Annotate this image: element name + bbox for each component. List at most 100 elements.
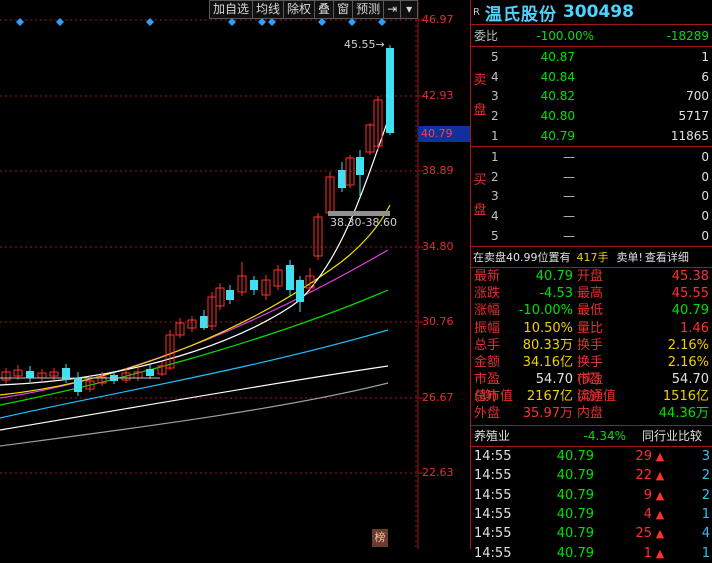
stock-name[interactable]: 温氏股份: [485, 0, 557, 25]
order-row: 2—0: [491, 169, 709, 184]
quote-value: 45.38: [671, 268, 709, 284]
tick-time: 14:55: [474, 526, 512, 542]
candle-body: [74, 378, 82, 392]
tick-row: 14:55 40.79 22 ▲ 2: [471, 466, 712, 485]
forecast-button[interactable]: 预测: [352, 0, 385, 19]
add-watchlist-button[interactable]: 加自选: [209, 0, 254, 19]
tick-row: 14:55 40.79 9 ▲ 2: [471, 485, 712, 504]
event-marker-icon: [318, 18, 326, 26]
industry-name[interactable]: 养殖业: [471, 427, 544, 444]
ex-rights-button[interactable]: 除权: [283, 0, 316, 19]
candle-body: [296, 280, 304, 302]
buy-side-label: 买盘: [473, 173, 487, 219]
order-row: 4 40.84 6: [491, 69, 709, 84]
chevron-down-icon[interactable]: ▾: [400, 0, 419, 19]
y-tick-label: 42.93: [422, 89, 454, 102]
kline-chart[interactable]: 加自选 均线 除权 叠 窗 预测 ⇥ ▾ 46.97 42.93 38.89 3…: [0, 0, 470, 549]
buy-book: 买盘 1—0 2—0 3—0 4—0 5—0: [471, 147, 712, 246]
tick-time: 14:55: [474, 468, 512, 484]
tick-count: 2: [701, 487, 710, 503]
event-marker-icon: [146, 18, 154, 26]
quote-value: 10.50%: [523, 320, 573, 336]
up-arrow-icon: ▲: [655, 469, 665, 483]
weibi-pct: -100.00%: [536, 28, 594, 43]
order-row: 5 40.87 1: [491, 49, 709, 64]
industry-compare-link[interactable]: 同行业比较: [626, 427, 712, 444]
overlay-button[interactable]: 叠: [314, 0, 335, 19]
r-mark: R: [473, 6, 480, 18]
position-qty: 417手: [576, 250, 609, 264]
quote-label: 最高: [577, 286, 604, 302]
event-marker-icon: [56, 18, 64, 26]
tick-time: 14:55: [474, 507, 512, 523]
ma-line: [0, 289, 389, 406]
tick-row: 14:55 40.79 1 ▲ 1: [471, 544, 712, 563]
quote-label: 涨跌: [474, 286, 501, 302]
quote-value: -10.00%: [518, 303, 573, 319]
sell-book: 卖盘 5 40.87 1 4 40.84 6 3 40.82 700 2 40.80 5717 …: [471, 47, 712, 146]
position-sell: 卖单!: [616, 250, 643, 264]
weibi-row: 委比 -100.00% -18289: [471, 25, 712, 46]
event-marker-icon: [348, 18, 356, 26]
tick-count: 1: [701, 545, 710, 561]
tick-volume: 4: [643, 507, 652, 523]
tick-time: 14:55: [474, 448, 512, 464]
order-row: 2 40.80 5717: [491, 109, 709, 124]
candle-body: [26, 371, 34, 378]
window-button[interactable]: 窗: [333, 0, 354, 19]
tick-count: 2: [701, 468, 710, 484]
tick-time: 14:55: [474, 545, 512, 561]
ma-button[interactable]: 均线: [252, 0, 285, 19]
quote-label: 最低: [577, 303, 604, 319]
event-marker-icon: [16, 18, 24, 26]
tick-price: 40.79: [556, 545, 594, 561]
stock-code[interactable]: 300498: [563, 2, 634, 22]
quote-label: 市盈(静): [474, 372, 501, 405]
quote-value: 54.70: [671, 372, 709, 388]
tick-volume: 9: [643, 487, 652, 503]
quote-label: 市盈(动): [577, 372, 604, 405]
quote-label: 涨幅: [474, 303, 501, 319]
position-text: 在卖盘40.99位置有: [473, 250, 571, 264]
current-price-marker: 40.79: [418, 126, 470, 142]
order-row: 3 40.82 700: [491, 89, 709, 104]
quote-label: 金额: [474, 354, 501, 370]
y-tick-label: 22.63: [422, 466, 454, 479]
tick-row: 14:55 40.79 4 ▲ 1: [471, 505, 712, 524]
view-detail-link[interactable]: 查看详细: [645, 249, 689, 265]
quote-value: 2.16%: [667, 337, 709, 353]
quote-value: 44.36万: [658, 406, 709, 422]
position-row: 在卖盘40.99位置有 417手 卖单! 查看详细: [471, 247, 712, 267]
price-range-label: 38.30-38.60: [330, 216, 397, 229]
tick-price: 40.79: [556, 448, 594, 464]
jump-icon[interactable]: ⇥: [383, 0, 402, 19]
quote-label: 内盘: [577, 406, 604, 422]
event-marker-icon: [268, 18, 276, 26]
candle-body: [146, 369, 154, 376]
candle-body: [338, 170, 346, 188]
y-tick-label: 34.80: [422, 240, 454, 253]
sell-side-label: 卖盘: [473, 73, 487, 119]
up-arrow-icon: ▲: [655, 449, 665, 463]
candle-body: [356, 157, 364, 175]
quote-value: -4.53: [539, 286, 573, 302]
quote-label: 开盘: [577, 268, 604, 284]
candlestick-svg[interactable]: [0, 0, 470, 549]
quote-label: 外盘: [474, 406, 501, 422]
order-row: 3—0: [491, 189, 709, 204]
candle-body: [200, 316, 208, 328]
quote-label: 量比: [577, 320, 604, 336]
quote-label: 总手: [474, 337, 501, 353]
tick-price: 40.79: [556, 487, 594, 503]
chart-toolbar: 加自选 均线 除权 叠 窗 预测 ⇥ ▾: [209, 0, 419, 19]
tick-price: 40.79: [556, 468, 594, 484]
tick-row: 14:55 40.79 29 ▲ 3: [471, 447, 712, 466]
quote-value: 34.16亿: [522, 354, 573, 370]
tick-count: 3: [701, 448, 710, 464]
industry-row: 养殖业 -4.34% 同行业比较: [471, 426, 712, 446]
candle-body: [386, 48, 394, 133]
y-tick-label: 26.67: [422, 391, 454, 404]
rank-badge[interactable]: 榜: [372, 529, 388, 547]
tick-list: 14:55 40.79 29 ▲ 3 14:55 40.79 22 ▲ 2 14:55 40.79 9 ▲…: [471, 447, 712, 563]
quote-label: 总市值: [474, 389, 514, 405]
